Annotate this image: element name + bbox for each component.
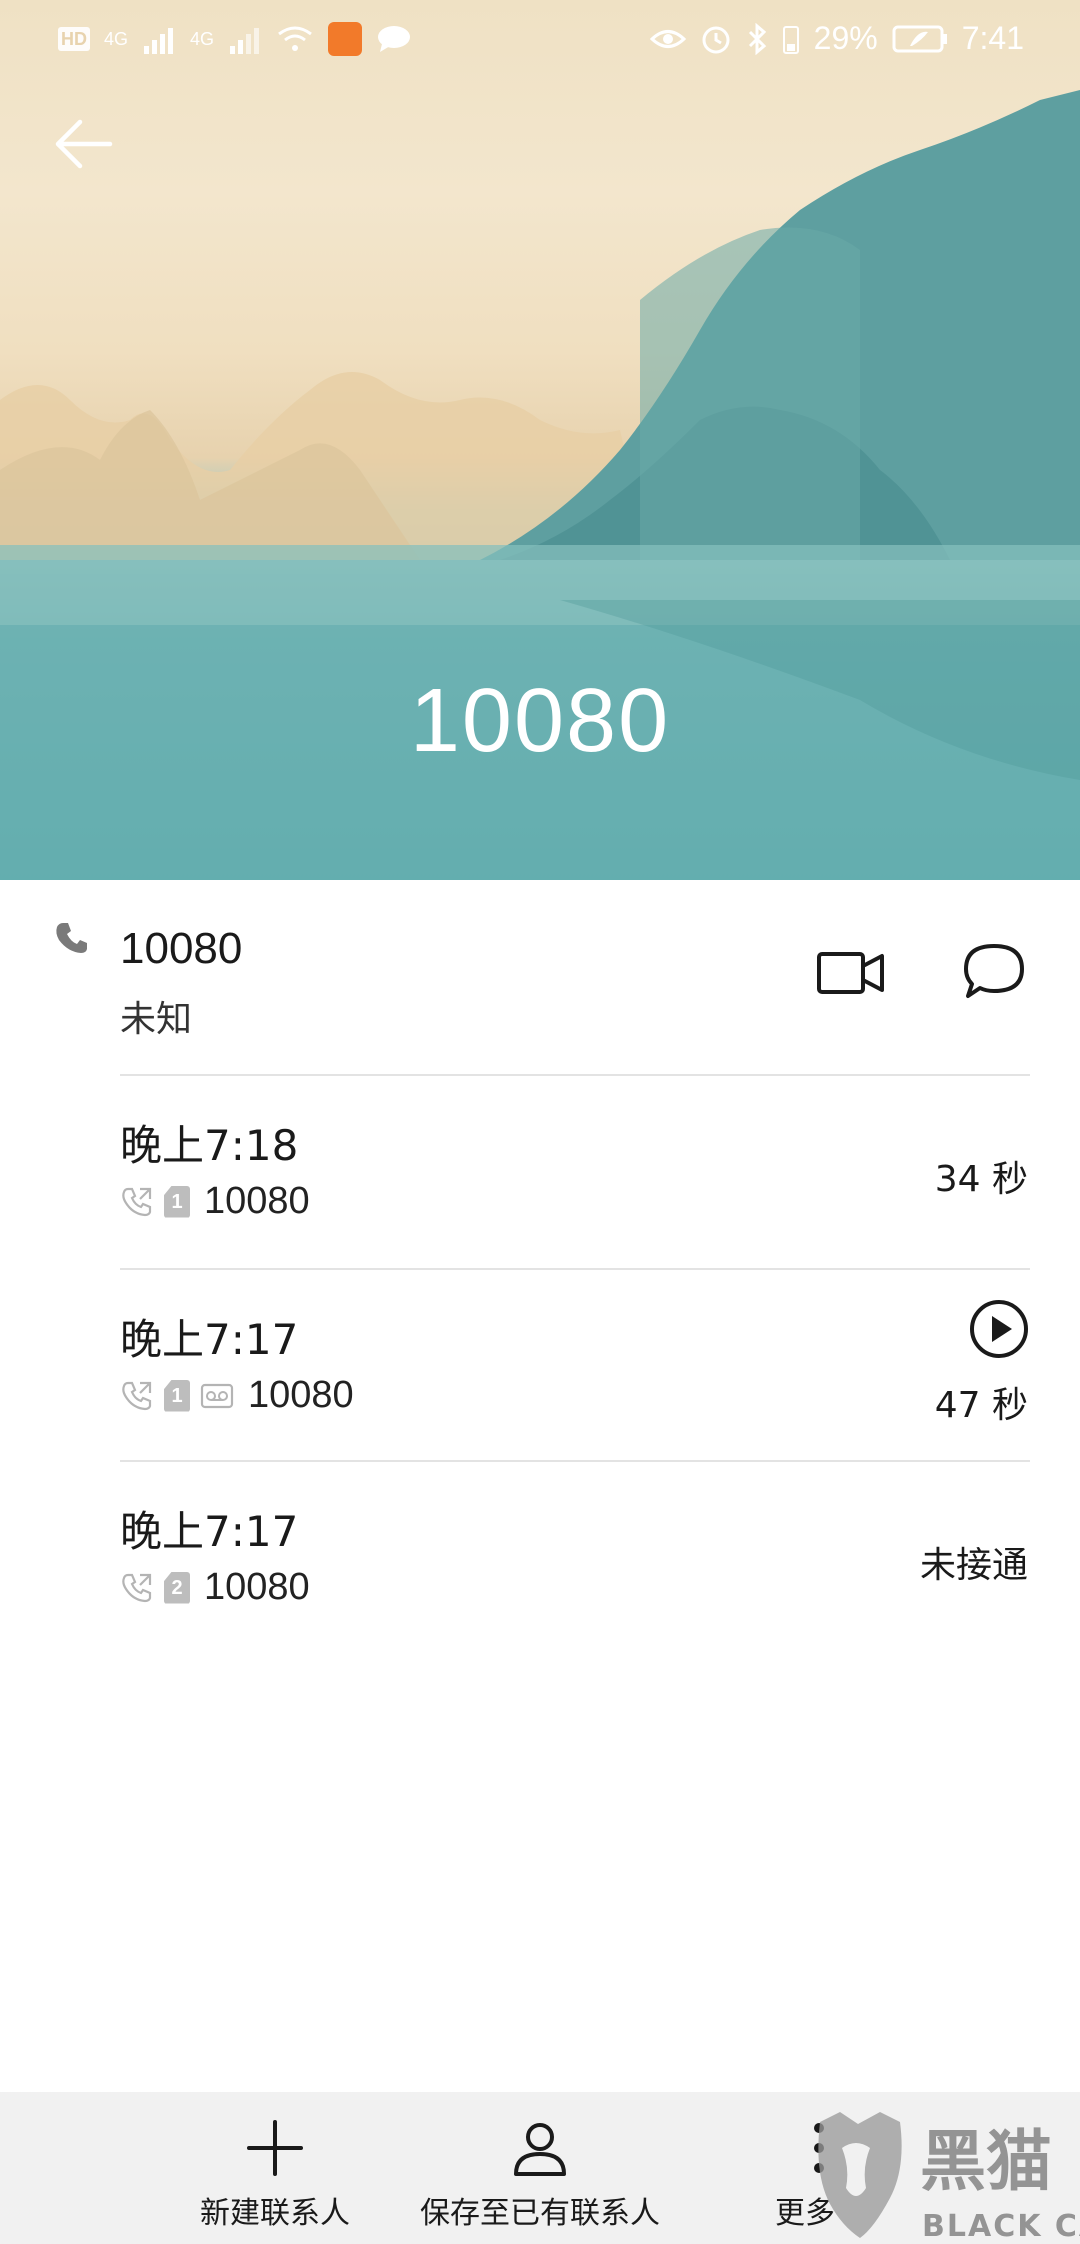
save-to-existing-contact-button[interactable]: 保存至已有联系人: [408, 2092, 672, 2244]
save-to-existing-label: 保存至已有联系人: [420, 2196, 660, 2231]
outgoing-call-icon: [122, 1573, 152, 1602]
recording-icon: [200, 1383, 234, 1408]
message-icon[interactable]: [962, 942, 1026, 1002]
call-duration: 34 秒: [934, 1159, 1028, 1200]
header-banner: HD 4G 4G 29% 7:41 10080: [0, 0, 1080, 880]
play-recording-icon[interactable]: [968, 1298, 1030, 1360]
person-icon: [514, 2123, 566, 2176]
call-duration: 47 秒: [934, 1385, 1028, 1426]
call-log-row[interactable]: 晚上7:18 1 10080 34 秒: [0, 1076, 1080, 1268]
signal-4g-label-1: 4G: [104, 28, 129, 49]
alarm-icon: [702, 26, 730, 53]
call-number: 10080: [248, 1374, 354, 1416]
outgoing-call-icon: [122, 1381, 152, 1410]
call-meta: 1 10080: [120, 1180, 310, 1223]
call-meta: 1 10080: [120, 1374, 354, 1417]
contact-title: 10080: [409, 671, 671, 771]
uc-browser-icon: [328, 22, 363, 56]
contact-number-row[interactable]: 10080 未知: [0, 880, 1080, 1074]
battery-icon: [892, 25, 947, 52]
plus-icon: [247, 2120, 303, 2176]
black-cat-watermark-logo: 黑猫 BLACK CAT: [818, 2112, 1080, 2244]
status-right: 29% 7:41: [649, 20, 1024, 57]
call-number: 10080: [204, 1566, 310, 1608]
sim-card-icon: 1: [164, 1185, 190, 1218]
outgoing-call-icon: [122, 1187, 152, 1216]
call-time: 晚上7:18: [120, 1121, 299, 1170]
battery-small-icon: [782, 25, 799, 54]
status-bar: HD 4G 4G 29% 7:41: [0, 0, 1080, 82]
status-time: 7:41: [961, 20, 1024, 56]
eye-comfort-icon: [649, 29, 686, 48]
sim-card-icon: 2: [164, 1571, 190, 1604]
sim-card-icon: 1: [164, 1379, 190, 1412]
phone-icon: [56, 923, 87, 953]
signal-icon-2: [230, 28, 260, 54]
watermark-en-text: BLACK CAT: [922, 2209, 1080, 2244]
call-log-row[interactable]: 晚上7:17 2 10080 未接通: [0, 1462, 1080, 1654]
new-contact-button[interactable]: 新建联系人: [175, 2092, 375, 2244]
bluetooth-icon: [748, 22, 766, 55]
call-log-row[interactable]: 晚上7:17 1 10080 47 秒: [0, 1270, 1080, 1462]
signal-icon: [144, 28, 174, 54]
battery-percent: 29%: [813, 20, 878, 56]
call-time: 晚上7:17: [120, 1507, 299, 1556]
watermark-cn-text: 黑猫: [920, 2123, 1052, 2200]
contact-number: 10080: [120, 924, 243, 973]
contact-number-type: 未知: [120, 999, 193, 1040]
call-status: 未接通: [919, 1545, 1028, 1586]
call-time: 晚上7:17: [120, 1315, 299, 1364]
status-left: HD 4G 4G: [58, 22, 412, 56]
signal-4g-label-2: 4G: [190, 28, 215, 49]
new-contact-label: 新建联系人: [200, 2196, 350, 2231]
wifi-icon: [278, 26, 312, 51]
video-call-icon[interactable]: [816, 948, 886, 998]
call-number: 10080: [204, 1180, 310, 1222]
chat-bubble-icon: [378, 26, 411, 52]
hd-badge: HD: [58, 27, 90, 51]
call-meta: 2 10080: [120, 1566, 310, 1609]
back-arrow-icon[interactable]: [52, 112, 116, 176]
